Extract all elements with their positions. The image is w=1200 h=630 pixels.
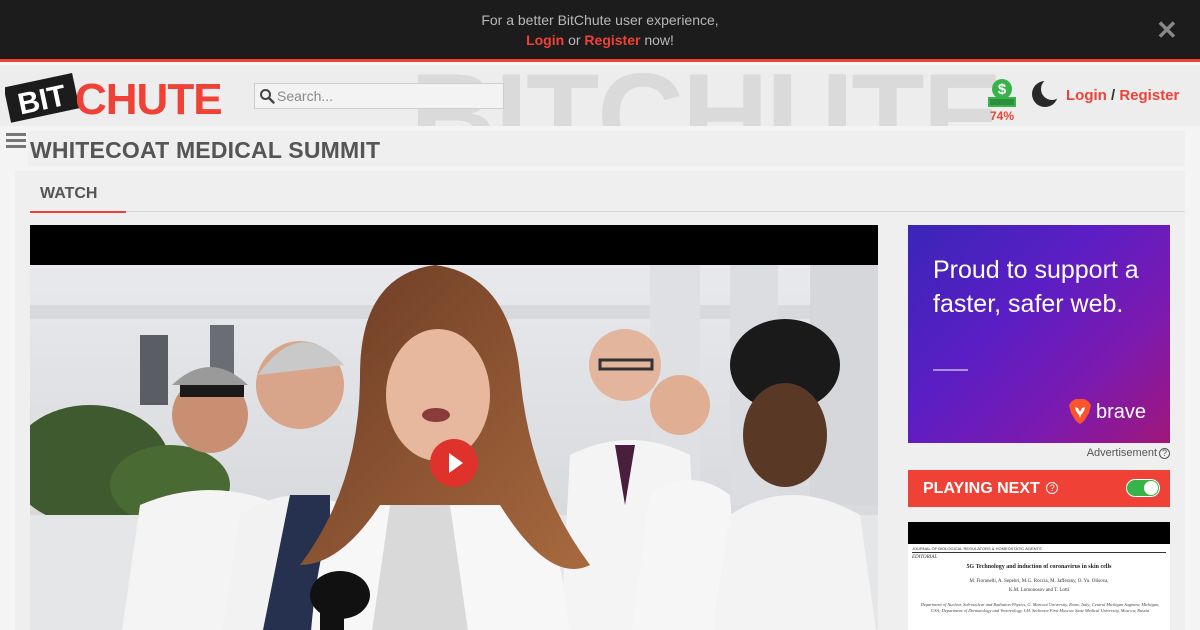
auth-separator: / — [1111, 87, 1116, 104]
autoplay-toggle[interactable] — [1126, 479, 1160, 497]
video-player[interactable] — [30, 225, 878, 630]
playing-next-label: PLAYING NEXT ? — [923, 480, 1059, 498]
thumbnail-document: JOURNAL OF BIOLOGICAL REGULATORS & HOMEO… — [908, 544, 1170, 630]
page-title: WHITECOAT MEDICAL SUMMIT — [30, 137, 381, 163]
channel-title-bar: WHITECOAT MEDICAL SUMMIT — [28, 131, 1185, 166]
login-notice-bar: For a better BitChute user experience, L… — [0, 0, 1200, 62]
tab-watch-label: WATCH — [40, 185, 98, 202]
ad-brand-name: brave — [1096, 401, 1147, 423]
ad-label: Advertisement? — [908, 447, 1170, 459]
advertisement-banner[interactable]: Proud to support a faster, safer web. br… — [908, 225, 1170, 443]
close-icon[interactable]: ✕ — [1156, 17, 1178, 43]
ad-help-icon[interactable]: ? — [1159, 448, 1170, 459]
search-box — [254, 83, 504, 109]
header-login-link[interactable]: Login — [1066, 87, 1107, 104]
thumb-journal: JOURNAL OF BIOLOGICAL REGULATORS & HOMEO… — [912, 546, 1166, 553]
thumb-section: EDITORIAL — [912, 555, 938, 560]
ad-rule — [933, 369, 968, 371]
wallet-widget[interactable]: $ 74% — [986, 78, 1018, 124]
thumb-title: 5G Technology and induction of coronavir… — [966, 564, 1112, 570]
brave-lion-icon — [1069, 399, 1091, 424]
notice-or: or — [568, 32, 581, 48]
playing-next-text: PLAYING NEXT — [923, 480, 1040, 497]
next-video-thumbnail[interactable]: JOURNAL OF BIOLOGICAL REGULATORS & HOMEO… — [908, 522, 1170, 630]
header-register-link[interactable]: Register — [1119, 87, 1179, 104]
wallet-icon: $ — [988, 79, 1016, 107]
search-icon[interactable] — [259, 88, 275, 104]
ad-brand: brave — [1068, 399, 1168, 427]
thumb-authors-line1: M. Fioranelli, A. Sepehri, M.G. Roccia, … — [969, 579, 1109, 584]
search-input[interactable] — [277, 86, 499, 106]
playing-next-help-icon[interactable]: ? — [1046, 482, 1059, 494]
ad-label-text: Advertisement — [1086, 447, 1157, 459]
svg-text:$: $ — [998, 81, 1007, 98]
playing-next-bar: PLAYING NEXT ? — [908, 470, 1170, 507]
header-auth: Login / Register — [1066, 87, 1179, 104]
wallet-percent: 74% — [989, 109, 1015, 123]
svg-text:CHUTE: CHUTE — [75, 75, 222, 124]
notice-actions: Login or Register now! — [0, 32, 1200, 48]
hamburger-icon[interactable] — [6, 133, 26, 149]
site-header: BITCHUTE BIT CHUTE $ 74% — [0, 65, 1200, 126]
thumb-affiliation: Department of Nuclear, Sub-nuclear and R… — [920, 602, 1160, 613]
notice-now: now! — [644, 32, 674, 48]
tab-divider — [30, 211, 1185, 212]
tab-watch[interactable]: WATCH — [30, 171, 126, 213]
play-button[interactable] — [430, 439, 478, 487]
content-panel: WATCH Proud to support a faster, safer w… — [15, 171, 1185, 630]
notice-text: For a better BitChute user experience, — [481, 12, 719, 28]
notice-login-link[interactable]: Login — [526, 32, 564, 48]
bitchute-logo[interactable]: BIT CHUTE — [5, 70, 237, 124]
thumb-authors-line2: K.M. Lomonosov and T. Lotti — [1008, 588, 1070, 593]
ad-headline: Proud to support a faster, safer web. — [933, 256, 1139, 318]
moon-icon[interactable] — [1030, 79, 1060, 109]
notice-register-link[interactable]: Register — [584, 32, 640, 48]
